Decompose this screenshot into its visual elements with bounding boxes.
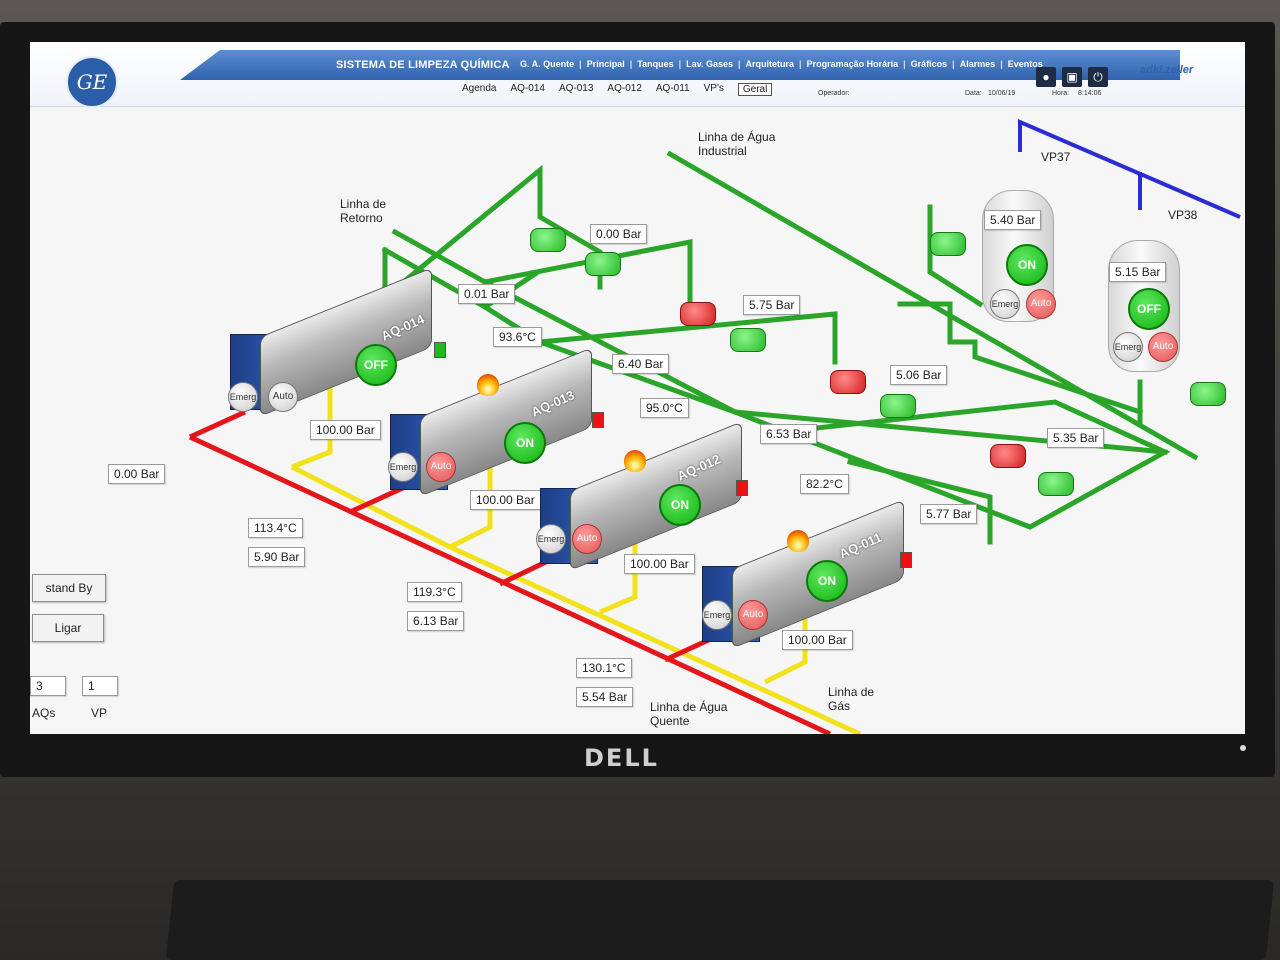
pump-green-6[interactable] [930, 232, 966, 256]
vp38-label: VP38 [1168, 208, 1198, 222]
aq012-auto-button[interactable]: Auto [572, 524, 602, 554]
dell-logo: DELL [584, 744, 659, 772]
pump-red-3[interactable] [990, 444, 1026, 468]
aq011-emerg-button[interactable]: Emerg [702, 600, 732, 630]
aq011-state-button[interactable]: ON [806, 560, 848, 602]
reading-5-35-bar: 5.35 Bar [1047, 428, 1105, 448]
pump-green-3[interactable] [730, 328, 766, 352]
ligar-button[interactable]: Ligar [32, 614, 104, 642]
aq013-emerg-button[interactable]: Emerg [388, 452, 418, 482]
vp38-emerg-button[interactable]: Emerg [1113, 332, 1143, 362]
vp37-pressure: 5.40 Bar [984, 210, 1042, 230]
reading-6-40-bar: 6.40 Bar [612, 354, 670, 374]
aq011-flame-icon [787, 530, 809, 552]
aq014-emerg-button[interactable]: Emerg [228, 382, 258, 412]
aq012-indicator [736, 480, 748, 496]
pump-red-2[interactable] [830, 370, 866, 394]
reading-6-53-bar: 6.53 Bar [760, 424, 818, 444]
power-led-icon [1240, 745, 1246, 751]
pump-red-1[interactable] [680, 302, 716, 326]
aq014-indicator [434, 342, 446, 358]
aq012-emerg-button[interactable]: Emerg [536, 524, 566, 554]
reading-5-54-bar: 5.54 Bar [576, 687, 634, 707]
vp38-pressure: 5.15 Bar [1109, 262, 1167, 282]
aq013-auto-button[interactable]: Auto [426, 452, 456, 482]
keyboard [165, 880, 1275, 960]
reading-5-75-bar: 5.75 Bar [743, 295, 801, 315]
aq013-pressure: 100.00 Bar [470, 490, 541, 510]
reading-5-77-bar: 5.77 Bar [920, 504, 978, 524]
aqs-count-field[interactable]: 3 [30, 676, 66, 696]
aq012-pressure: 100.00 Bar [624, 554, 695, 574]
vp37-state-button[interactable]: ON [1006, 244, 1048, 286]
vp38-auto-button[interactable]: Auto [1148, 332, 1178, 362]
aq013-temp: 93.6°C [493, 327, 542, 347]
aq014-pressure: 100.00 Bar [310, 420, 381, 440]
aq011-indicator [900, 552, 912, 568]
reading-left-0-00-bar: 0.00 Bar [108, 464, 166, 484]
pump-green-2[interactable] [585, 252, 621, 276]
aq012-flame-icon [624, 450, 646, 472]
aq014-state-button[interactable]: OFF [355, 344, 397, 386]
pump-green-1[interactable] [530, 228, 566, 252]
pump-green-4[interactable] [880, 394, 916, 418]
aq011-auto-button[interactable]: Auto [738, 600, 768, 630]
pump-green-5[interactable] [1038, 472, 1074, 496]
pump-green-7[interactable] [1190, 382, 1226, 406]
pipe-network [188, 118, 1241, 734]
standby-button[interactable]: stand By [32, 574, 106, 602]
aq013-flame-icon [477, 374, 499, 396]
hmi-screen: GE SISTEMA DE LIMPEZA QUÍMICA G. A. Quen… [30, 42, 1245, 734]
vp38-state-button[interactable]: OFF [1128, 288, 1170, 330]
reading-119-3-c: 119.3°C [407, 582, 462, 602]
label-linha-gas: Linha de Gás [828, 685, 875, 713]
label-linha-quente: Linha de Água Quente [650, 700, 728, 728]
reading-5-06-bar: 5.06 Bar [890, 365, 948, 385]
vp37-label: VP37 [1041, 150, 1071, 164]
aq014-auto-button[interactable]: Auto [268, 382, 298, 412]
reading-0-01-bar: 0.01 Bar [458, 284, 516, 304]
reading-130-1-c: 130.1°C [576, 658, 632, 678]
reading-113-4-c: 113.4°C [248, 518, 303, 538]
blue-pipes [1018, 118, 1241, 219]
aq013-indicator [592, 412, 604, 428]
label-linha-industrial: Linha de Água Industrial [698, 130, 776, 158]
label-linha-retorno: Linha de Retorno [340, 197, 387, 225]
aq012-temp: 95.0°C [640, 398, 689, 418]
reading-5-90-bar: 5.90 Bar [248, 547, 306, 567]
reading-6-13-bar: 6.13 Bar [407, 611, 465, 631]
aq011-temp: 82.2°C [800, 474, 849, 494]
aq011-pressure: 100.00 Bar [782, 630, 853, 650]
aq012-state-button[interactable]: ON [659, 484, 701, 526]
aqs-label: AQs [32, 706, 56, 720]
vp37-emerg-button[interactable]: Emerg [990, 289, 1020, 319]
vp37-auto-button[interactable]: Auto [1026, 289, 1056, 319]
aq013-state-button[interactable]: ON [504, 422, 546, 464]
vp-count-field[interactable]: 1 [82, 676, 118, 696]
vp-label: VP [91, 706, 108, 720]
reading-0-00-bar: 0.00 Bar [590, 224, 648, 244]
